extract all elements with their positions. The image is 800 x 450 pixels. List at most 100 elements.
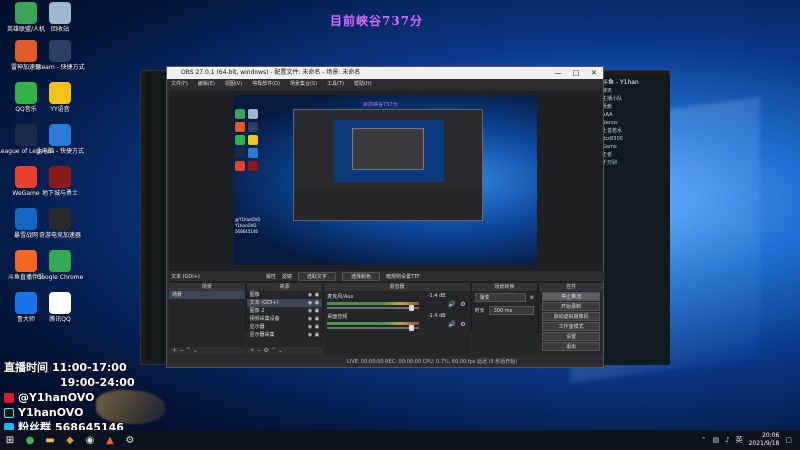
- desktop-icon[interactable]: YY语音: [38, 82, 82, 113]
- chat-line[interactable]: 主播小队: [602, 95, 666, 103]
- obs-taskbar-icon[interactable]: ◉: [80, 430, 100, 450]
- chat-line: 千万别: [602, 160, 618, 166]
- obs-menu-item[interactable]: 编辑(E): [198, 79, 215, 89]
- clock-time: 20:06: [762, 432, 780, 439]
- desktop-icon-label: 鲁大师: [16, 316, 35, 323]
- obs-menu-item[interactable]: 停靠部件(D): [252, 79, 280, 89]
- league-taskbar-icon[interactable]: ◆: [60, 430, 80, 450]
- chevron-up-icon[interactable]: ⌃: [701, 436, 707, 444]
- app-icon: [49, 82, 71, 104]
- chrome-taskbar-icon[interactable]: ●: [20, 430, 40, 450]
- source-item[interactable]: 显示器采集 ◉ ▣: [247, 331, 323, 339]
- app-icon: [15, 40, 37, 62]
- close-icon[interactable]: ✕: [585, 67, 603, 79]
- system-clock[interactable]: 20:06 2021/9/18: [749, 432, 780, 448]
- desktop-icon[interactable]: 腾讯QQ: [38, 292, 82, 323]
- eye-icon[interactable]: ◉: [308, 307, 312, 315]
- desktop-icon[interactable]: 回收站: [38, 2, 82, 33]
- duration-input[interactable]: 300 ms: [488, 306, 535, 315]
- settings-taskbar-icon[interactable]: ⚙: [120, 430, 140, 450]
- douyu-taskbar-icon[interactable]: ▲: [100, 430, 120, 450]
- obs-menu-item[interactable]: 视图(V): [225, 79, 242, 89]
- eye-icon[interactable]: ◉: [308, 331, 312, 339]
- source-item-label: 显示器采集: [249, 332, 275, 338]
- lock-icon[interactable]: ▣: [315, 299, 320, 307]
- chat-line[interactable]: 贡献: [602, 103, 666, 111]
- volume-icon[interactable]: ♪: [725, 436, 729, 444]
- desktop-icon[interactable]: 地下城与勇士: [38, 166, 82, 197]
- move-down-icon[interactable]: ⌄: [193, 347, 198, 354]
- mixer-channel-db: -1.4 dB: [427, 293, 446, 299]
- remove-icon[interactable]: −: [257, 347, 262, 354]
- volume-slider[interactable]: [327, 305, 420, 311]
- volume-icon[interactable]: 🔊: [448, 321, 455, 328]
- volume-icon[interactable]: 🔊: [448, 301, 455, 308]
- duration-row: 时长 300 ms: [472, 304, 538, 317]
- select-font-button[interactable]: 选取文字: [297, 271, 336, 281]
- obs-menu-item[interactable]: 帮助(H): [354, 79, 372, 89]
- maximize-icon[interactable]: □: [567, 67, 585, 79]
- obs-menu-item[interactable]: 工具(T): [327, 79, 344, 89]
- eye-icon[interactable]: ◉: [308, 291, 312, 299]
- stop-streaming-button[interactable]: 停止推流: [542, 292, 600, 301]
- filters-button[interactable]: 滤镜: [282, 273, 292, 280]
- source-item[interactable]: 视频采集设备 ◉ ▣: [247, 315, 323, 323]
- move-up-icon[interactable]: ⌃: [186, 347, 191, 354]
- add-icon[interactable]: +: [172, 347, 177, 354]
- app-icon: [49, 40, 71, 62]
- select-color-button[interactable]: 选择颜色: [341, 271, 380, 281]
- source-item[interactable]: 图像 ◉ ▣: [247, 291, 323, 299]
- move-down-icon[interactable]: ⌄: [278, 347, 283, 354]
- schedule-time-2: 19:00-24:00: [60, 376, 135, 389]
- move-up-icon[interactable]: ⌃: [271, 347, 276, 354]
- transitions-dock: 场景转换 渐变 ⚙ 时长 300 ms: [471, 283, 538, 355]
- lock-icon[interactable]: ▣: [315, 315, 320, 323]
- eye-icon[interactable]: ◉: [308, 299, 312, 307]
- obs-menu-item[interactable]: 场景集合(S): [290, 79, 317, 89]
- lock-icon[interactable]: ▣: [315, 307, 320, 315]
- studio-mode-button[interactable]: 工作室模式: [542, 322, 600, 331]
- source-item[interactable]: 显示器 ◉ ▣: [247, 323, 323, 331]
- chat-line[interactable]: 聊天: [602, 87, 666, 95]
- lock-icon[interactable]: ▣: [315, 291, 320, 299]
- transition-type-select[interactable]: 渐变: [474, 293, 526, 302]
- desktop-icon[interactable]: Google Chrome: [37, 250, 83, 281]
- folder-taskbar-icon[interactable]: ▬: [40, 430, 60, 450]
- scene-item[interactable]: 场景: [169, 291, 245, 299]
- audio-meter: [327, 322, 420, 325]
- gear-icon[interactable]: ⚙: [460, 321, 465, 328]
- app-icon: [49, 2, 71, 24]
- source-item[interactable]: 图像 2 ◉ ▣: [247, 307, 323, 315]
- input-language[interactable]: 英: [736, 435, 743, 445]
- gear-icon[interactable]: ⚙: [530, 295, 534, 301]
- windows-start-icon[interactable]: ⊞: [0, 430, 20, 450]
- lock-icon[interactable]: ▣: [315, 331, 320, 339]
- remove-icon[interactable]: −: [179, 347, 184, 354]
- obs-title-bar[interactable]: OBS 27.0.1 (64-bit, windows) - 配置文件: 未命名…: [167, 67, 603, 79]
- eye-icon[interactable]: ◉: [308, 323, 312, 331]
- desktop-icon-label: 腾讯QQ: [49, 316, 71, 323]
- desktop-icon[interactable]: Steam - 快捷方式: [35, 40, 85, 71]
- lock-icon[interactable]: ▣: [315, 323, 320, 331]
- desktop-icon[interactable]: 此电脑 - 快捷方式: [36, 124, 84, 155]
- source-item[interactable]: 文本 (GDI+) ◉ ▣: [246, 299, 323, 307]
- notification-icon[interactable]: ▢: [785, 436, 792, 444]
- obs-window[interactable]: OBS 27.0.1 (64-bit, windows) - 配置文件: 未命名…: [166, 66, 605, 368]
- add-icon[interactable]: +: [250, 347, 255, 354]
- schedule-time-1: 11:00-17:00: [52, 361, 127, 374]
- obs-menu-item[interactable]: 文件(F): [171, 79, 188, 89]
- preview-canvas[interactable]: 目前峡谷737分 @Y1hanOVO Y1hanOVO 568645146: [233, 95, 537, 265]
- taskbar: ⊞ ● ▬ ◆ ◉ ▲ ⚙ ⌃ ▤ ♪ 英 20:06 2021/9/18 ▢: [0, 430, 800, 450]
- volume-slider[interactable]: [327, 325, 420, 331]
- exit-button[interactable]: 退出: [542, 342, 600, 351]
- virtual-camera-button[interactable]: 启动虚拟摄像机: [542, 312, 600, 321]
- desktop-icon[interactable]: 奇游电竞加速器: [38, 208, 82, 239]
- gear-icon[interactable]: ⚙: [264, 347, 269, 354]
- gear-icon[interactable]: ⚙: [460, 301, 465, 308]
- start-recording-button[interactable]: 开始录制: [542, 302, 600, 311]
- properties-button[interactable]: 属性: [266, 273, 276, 280]
- minimize-icon[interactable]: —: [549, 67, 567, 79]
- settings-button[interactable]: 设置: [542, 332, 600, 341]
- network-icon[interactable]: ▤: [713, 436, 720, 444]
- eye-icon[interactable]: ◉: [308, 315, 312, 323]
